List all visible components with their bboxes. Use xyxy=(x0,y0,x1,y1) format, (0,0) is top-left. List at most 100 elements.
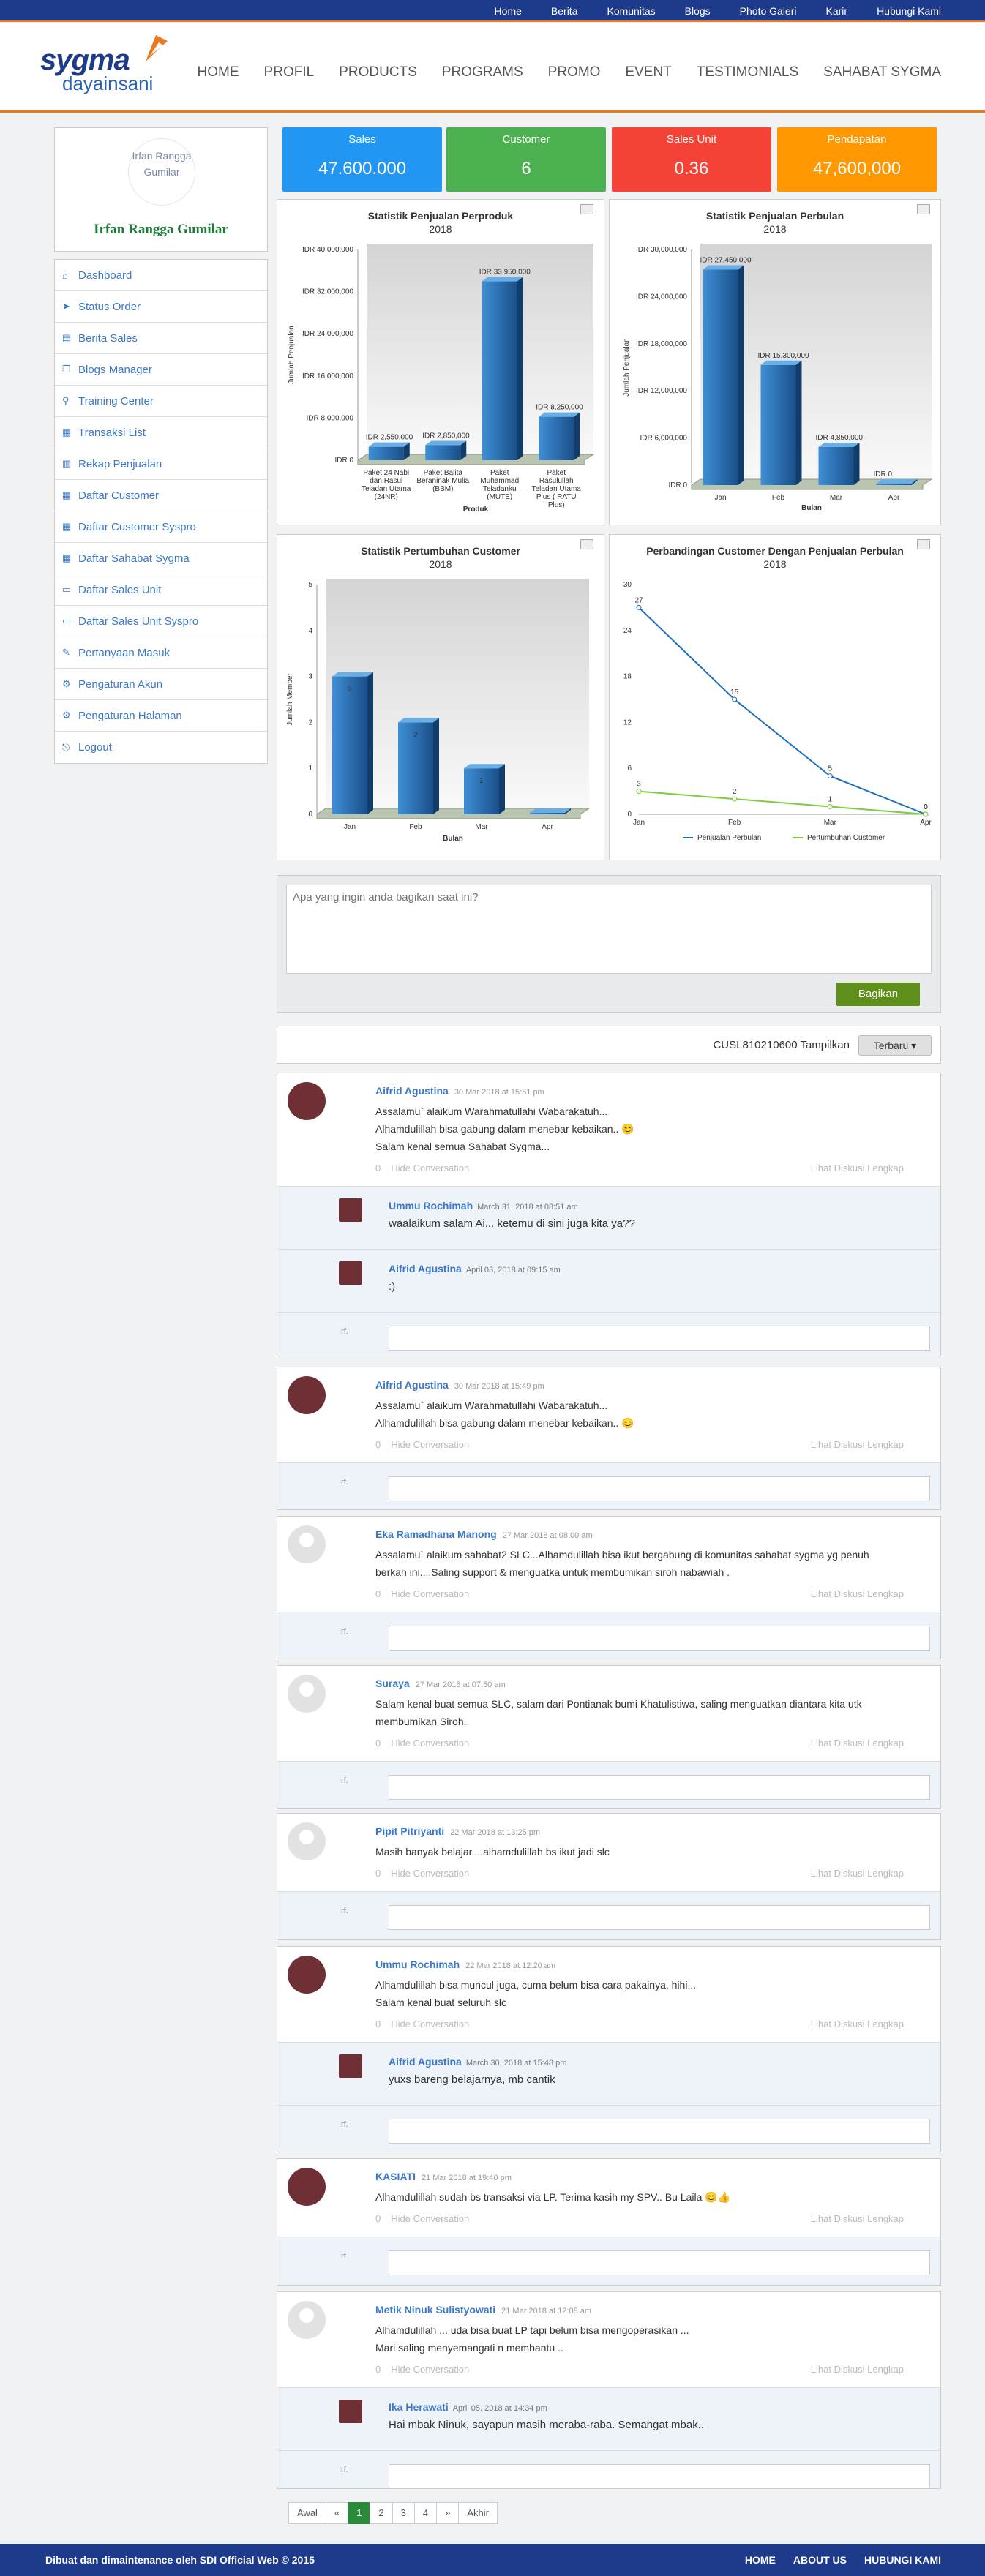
post-author-name[interactable]: Metik Ninuk Sulistyowati xyxy=(375,2304,495,2316)
reply-avatar[interactable] xyxy=(339,2400,362,2423)
post-author[interactable]: KASIATI 21 Mar 2018 at 19:40 pm xyxy=(375,2171,512,2182)
reply-author[interactable]: Ika Herawati April 05, 2018 at 14:34 pm xyxy=(389,2401,547,2413)
hide-conversation-link[interactable]: Hide Conversation xyxy=(391,1868,469,1879)
reply-author-name[interactable]: Ummu Rochimah xyxy=(389,1200,473,1212)
sort-dropdown[interactable]: Terbaru ▾ xyxy=(858,1035,932,1056)
footer-link[interactable]: ABOUT US xyxy=(793,2554,847,2566)
comment-input[interactable] xyxy=(389,1905,930,1930)
hide-conversation-link[interactable]: Hide Conversation xyxy=(391,1588,469,1599)
chart-menu-icon[interactable] xyxy=(580,539,593,549)
comment-input[interactable] xyxy=(389,2250,930,2275)
hide-conversation-link[interactable]: Hide Conversation xyxy=(391,1163,469,1174)
sidebar-item[interactable]: ▦ Transaksi List xyxy=(55,417,267,448)
view-discussion-link[interactable]: Lihat Diskusi Lengkap xyxy=(811,1868,904,1879)
page-link[interactable]: 2 xyxy=(370,2502,393,2524)
sidebar-item[interactable]: ▤ Berita Sales xyxy=(55,323,267,354)
hide-conversation-link[interactable]: Hide Conversation xyxy=(391,2213,469,2224)
chart-menu-icon[interactable] xyxy=(917,539,930,549)
avatar[interactable] xyxy=(288,1956,326,1994)
hide-conversation-link[interactable]: Hide Conversation xyxy=(391,1439,469,1450)
post-author[interactable]: Aifrid Agustina 30 Mar 2018 at 15:49 pm xyxy=(375,1379,544,1391)
post-author-name[interactable]: KASIATI xyxy=(375,2171,416,2182)
post-author[interactable]: Eka Ramadhana Manong 27 Mar 2018 at 08:00… xyxy=(375,1528,593,1540)
sidebar-item[interactable]: ▭ Daftar Sales Unit xyxy=(55,574,267,606)
sidebar-item[interactable]: ⎋ Logout xyxy=(55,732,267,763)
sidebar-item[interactable]: ▦ Daftar Customer Syspro xyxy=(55,511,267,543)
reply-author-name[interactable]: Aifrid Agustina xyxy=(389,2056,462,2068)
mainnav-link[interactable]: EVENT xyxy=(625,64,671,80)
reply-avatar[interactable] xyxy=(339,2054,362,2078)
page-link[interactable]: Awal xyxy=(288,2502,326,2524)
sidebar-item[interactable]: ⚲ Training Center xyxy=(55,386,267,417)
view-discussion-link[interactable]: Lihat Diskusi Lengkap xyxy=(811,2019,904,2029)
sidebar-item[interactable]: ▦ Daftar Customer xyxy=(55,480,267,511)
avatar[interactable] xyxy=(288,2301,326,2339)
avatar[interactable] xyxy=(288,1675,326,1713)
post-author[interactable]: Aifrid Agustina 30 Mar 2018 at 15:51 pm xyxy=(375,1085,544,1097)
comment-input[interactable] xyxy=(389,1326,930,1351)
share-input[interactable] xyxy=(286,885,932,974)
post-author[interactable]: Metik Ninuk Sulistyowati 21 Mar 2018 at 1… xyxy=(375,2304,591,2316)
avatar[interactable] xyxy=(288,1082,326,1120)
post-author[interactable]: Suraya 27 Mar 2018 at 07:50 am xyxy=(375,1678,506,1689)
comment-input[interactable] xyxy=(389,1775,930,1800)
sidebar-item[interactable]: ✎ Pertanyaan Masuk xyxy=(55,637,267,669)
reply-author[interactable]: Aifrid Agustina March 30, 2018 at 15:48 p… xyxy=(389,2056,566,2068)
avatar[interactable] xyxy=(288,1525,326,1563)
comment-input[interactable] xyxy=(389,1626,930,1651)
page-link[interactable]: « xyxy=(325,2502,349,2524)
chart-menu-icon[interactable] xyxy=(580,204,593,214)
avatar[interactable] xyxy=(288,1376,326,1414)
reply-author-name[interactable]: Ika Herawati xyxy=(389,2401,449,2413)
page-link[interactable]: 1 xyxy=(348,2502,371,2524)
brand-logo[interactable]: sygma dayainsani xyxy=(40,35,168,95)
sidebar-item[interactable]: ⚙ Pengaturan Halaman xyxy=(55,700,267,732)
post-author-name[interactable]: Aifrid Agustina xyxy=(375,1085,449,1097)
hide-conversation-link[interactable]: Hide Conversation xyxy=(391,2019,469,2029)
avatar[interactable] xyxy=(288,1822,326,1860)
chart-menu-icon[interactable] xyxy=(917,204,930,214)
topnav-link[interactable]: Home xyxy=(495,0,522,22)
sidebar-item[interactable]: ▭ Daftar Sales Unit Syspro xyxy=(55,606,267,637)
sidebar-item[interactable]: ▥ Rekap Penjualan xyxy=(55,448,267,480)
mainnav-link[interactable]: PROMO xyxy=(548,64,601,80)
mainnav-link[interactable]: HOME xyxy=(198,64,239,80)
topnav-link[interactable]: Hubungi Kami xyxy=(877,0,941,22)
sidebar-item[interactable]: ▦ Daftar Sahabat Sygma xyxy=(55,543,267,574)
sidebar-item[interactable]: ⌂ Dashboard xyxy=(55,260,267,291)
page-link[interactable]: Akhir xyxy=(458,2502,498,2524)
reply-avatar[interactable] xyxy=(339,1198,362,1222)
post-author-name[interactable]: Aifrid Agustina xyxy=(375,1379,449,1391)
mainnav-link[interactable]: SAHABAT SYGMA xyxy=(823,64,941,80)
topnav-link[interactable]: Karir xyxy=(826,0,848,22)
footer-link[interactable]: HUBUNGI KAMI xyxy=(864,2554,941,2566)
comment-input[interactable] xyxy=(389,1476,930,1501)
hide-conversation-link[interactable]: Hide Conversation xyxy=(391,1738,469,1749)
view-discussion-link[interactable]: Lihat Diskusi Lengkap xyxy=(811,2213,904,2224)
footer-link[interactable]: HOME xyxy=(745,2554,776,2566)
topnav-link[interactable]: Berita xyxy=(551,0,578,22)
page-link[interactable]: » xyxy=(436,2502,460,2524)
post-author[interactable]: Ummu Rochimah 22 Mar 2018 at 12:20 am xyxy=(375,1959,555,1970)
reply-author[interactable]: Aifrid Agustina April 03, 2018 at 09:15 a… xyxy=(389,1263,561,1274)
reply-author-name[interactable]: Aifrid Agustina xyxy=(389,1263,462,1274)
reply-author[interactable]: Ummu Rochimah March 31, 2018 at 08:51 am xyxy=(389,1200,578,1212)
page-link[interactable]: 3 xyxy=(392,2502,415,2524)
mainnav-link[interactable]: TESTIMONIALS xyxy=(697,64,798,80)
view-discussion-link[interactable]: Lihat Diskusi Lengkap xyxy=(811,1439,904,1450)
post-author[interactable]: Pipit Pitriyanti 22 Mar 2018 at 13:25 pm xyxy=(375,1825,540,1837)
topnav-link[interactable]: Photo Galeri xyxy=(740,0,797,22)
hide-conversation-link[interactable]: Hide Conversation xyxy=(391,2364,469,2375)
topnav-link[interactable]: Blogs xyxy=(685,0,711,22)
sidebar-item[interactable]: ➤ Status Order xyxy=(55,291,267,323)
post-author-name[interactable]: Eka Ramadhana Manong xyxy=(375,1528,497,1540)
view-discussion-link[interactable]: Lihat Diskusi Lengkap xyxy=(811,1163,904,1174)
sidebar-item[interactable]: ⚙ Pengaturan Akun xyxy=(55,669,267,700)
page-link[interactable]: 4 xyxy=(413,2502,438,2524)
share-button[interactable]: Bagikan xyxy=(836,983,920,1006)
view-discussion-link[interactable]: Lihat Diskusi Lengkap xyxy=(811,2364,904,2375)
mainnav-link[interactable]: PRODUCTS xyxy=(339,64,417,80)
comment-input[interactable] xyxy=(389,2464,930,2489)
sidebar-item[interactable]: ❐ Blogs Manager xyxy=(55,354,267,386)
post-author-name[interactable]: Pipit Pitriyanti xyxy=(375,1825,444,1837)
